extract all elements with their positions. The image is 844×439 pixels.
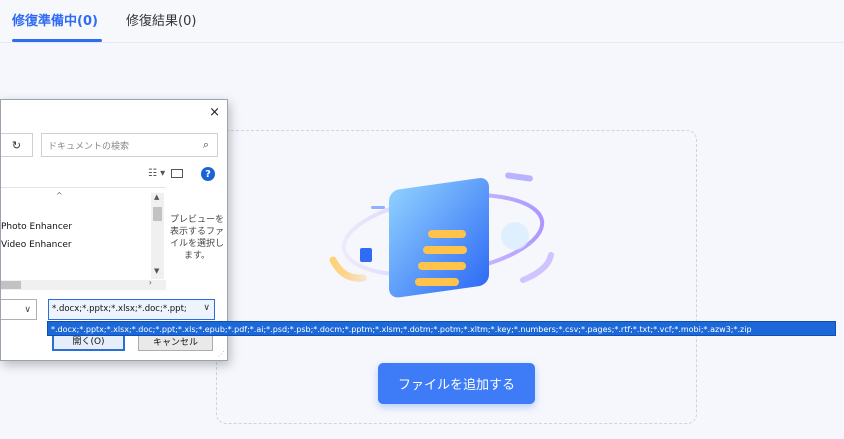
preview-pane-icon[interactable] xyxy=(171,169,183,178)
search-input[interactable]: ドキュメントの検索 ⌕ xyxy=(41,133,218,157)
search-icon[interactable]: ⌕ xyxy=(203,138,209,152)
list-item[interactable]: Photo Enhancer xyxy=(1,222,72,232)
active-tab-indicator xyxy=(12,39,102,42)
resize-grip-icon[interactable]: ⋰ xyxy=(218,350,225,358)
horizontal-scrollbar[interactable]: › xyxy=(1,278,166,290)
chevron-down-icon[interactable]: ∨ xyxy=(203,303,210,313)
tab-repair-results[interactable]: 修復結果(0) xyxy=(126,10,196,29)
filename-field[interactable]: ∨ xyxy=(1,299,37,320)
view-options-icon[interactable]: ☷ ▾ xyxy=(148,168,165,179)
search-placeholder: ドキュメントの検索 xyxy=(48,142,130,152)
tab-bar: 修復準備中(0) 修復結果(0) xyxy=(0,0,844,43)
scroll-thumb[interactable] xyxy=(153,207,162,221)
tab-pending-repair[interactable]: 修復準備中(0) xyxy=(12,10,98,29)
file-type-dropdown-option[interactable]: *.docx;*.pptx;*.xlsx;*.doc;*.ppt;*.xls;*… xyxy=(47,321,836,336)
document-illustration-icon xyxy=(329,172,554,298)
scroll-right-icon[interactable]: › xyxy=(149,278,152,287)
preview-placeholder: プレビューを表示するファイルを選択します。 xyxy=(169,215,224,261)
scroll-down-icon[interactable]: ▼ xyxy=(154,267,159,275)
refresh-icon[interactable]: ↻ xyxy=(1,133,33,157)
file-list: ^ Photo Enhancer Video Enhancer xyxy=(1,187,166,287)
list-item[interactable]: Video Enhancer xyxy=(1,240,72,250)
file-type-select[interactable]: *.docx;*.pptx;*.xlsx;*.doc;*.ppt; ∨ xyxy=(48,299,215,320)
scroll-thumb[interactable] xyxy=(1,281,21,289)
file-type-value: *.docx;*.pptx;*.xlsx;*.doc;*.ppt; xyxy=(52,304,187,314)
add-file-button[interactable]: ファイルを追加する xyxy=(378,363,535,404)
chevron-down-icon[interactable]: ∨ xyxy=(24,305,31,315)
collapse-caret-icon[interactable]: ^ xyxy=(56,191,63,200)
close-icon[interactable]: × xyxy=(209,105,220,120)
app-window: 修復準備中(0) 修復結果(0) ファイルを追加する × ↻ ドキュメントの検索… xyxy=(0,0,844,439)
help-icon[interactable]: ? xyxy=(201,167,215,181)
vertical-scrollbar[interactable]: ▲ ▼ xyxy=(151,193,164,279)
scroll-up-icon[interactable]: ▲ xyxy=(154,193,159,201)
